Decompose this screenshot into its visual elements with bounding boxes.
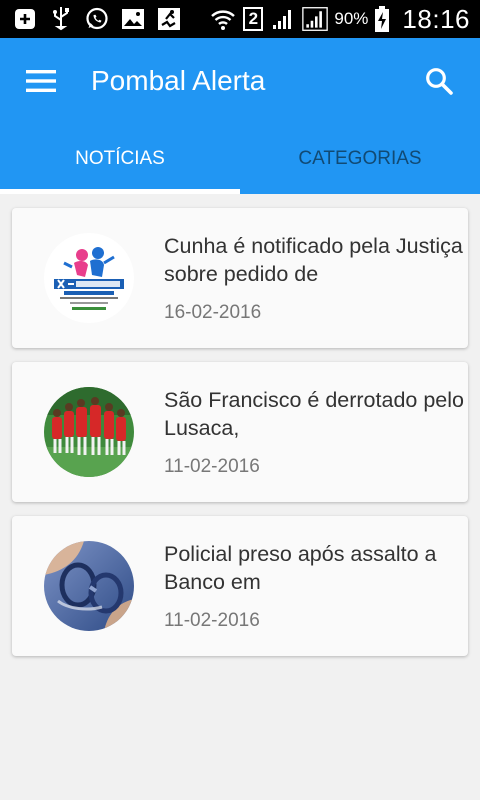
battery-charging-icon [374,6,390,32]
news-card[interactable]: Policial preso após assalto a Banco em 1… [12,516,468,656]
clock-time: 18:16 [402,3,470,34]
news-title: Cunha é notificado pela Justiça sobre pe… [164,234,463,286]
usb-icon [48,6,74,32]
news-card-text: Policial preso após assalto a Banco em 1… [164,540,464,632]
news-date: 16-02-2016 [164,302,262,323]
news-title: Policial preso após assalto a Banco em [164,542,437,594]
news-card-text: Cunha é notificado pela Justiça sobre pe… [164,232,464,324]
signal-icon [270,6,296,32]
sim-label: 2 [243,7,264,31]
app-title: Pombal Alerta [91,65,266,96]
add-box-icon [12,6,38,32]
search-button[interactable] [398,38,480,124]
news-card[interactable]: Cunha é notificado pela Justiça sobre pe… [12,208,468,348]
signal-icon [302,6,329,32]
hamburger-menu-icon [26,70,56,92]
image-icon [120,6,146,32]
xsport-logo-thumb [44,233,134,323]
battery-percentage: 90% [334,9,369,28]
tab-bar: NOTÍCIAS CATEGORIAS [0,124,480,194]
news-card-text: São Francisco é derrotado pelo Lusaca, 1… [164,386,464,478]
system-indicators: 2 90% 18:16 [210,4,480,35]
menu-button[interactable] [0,38,82,124]
tab-categorias[interactable]: CATEGORIAS [240,124,480,194]
notification-icons [0,6,182,32]
news-date: 11-02-2016 [164,456,260,477]
tab-noticias[interactable]: NOTÍCIAS [0,124,240,194]
soccer-team-photo-thumb [44,387,134,477]
sim-2-icon: 2 [242,6,264,32]
whatsapp-icon [84,6,110,32]
search-icon [426,68,453,95]
news-list: Cunha é notificado pela Justiça sobre pe… [12,208,468,670]
running-app-icon [156,6,182,32]
news-title: São Francisco é derrotado pelo Lusaca, [164,388,464,440]
app-bar: Pombal Alerta [0,38,480,124]
wifi-icon [210,6,236,32]
news-card[interactable]: São Francisco é derrotado pelo Lusaca, 1… [12,362,468,502]
status-bar: 2 90% 18:16 [0,0,480,38]
handcuffs-photo-thumb [44,541,134,631]
news-date: 11-02-2016 [164,610,260,631]
